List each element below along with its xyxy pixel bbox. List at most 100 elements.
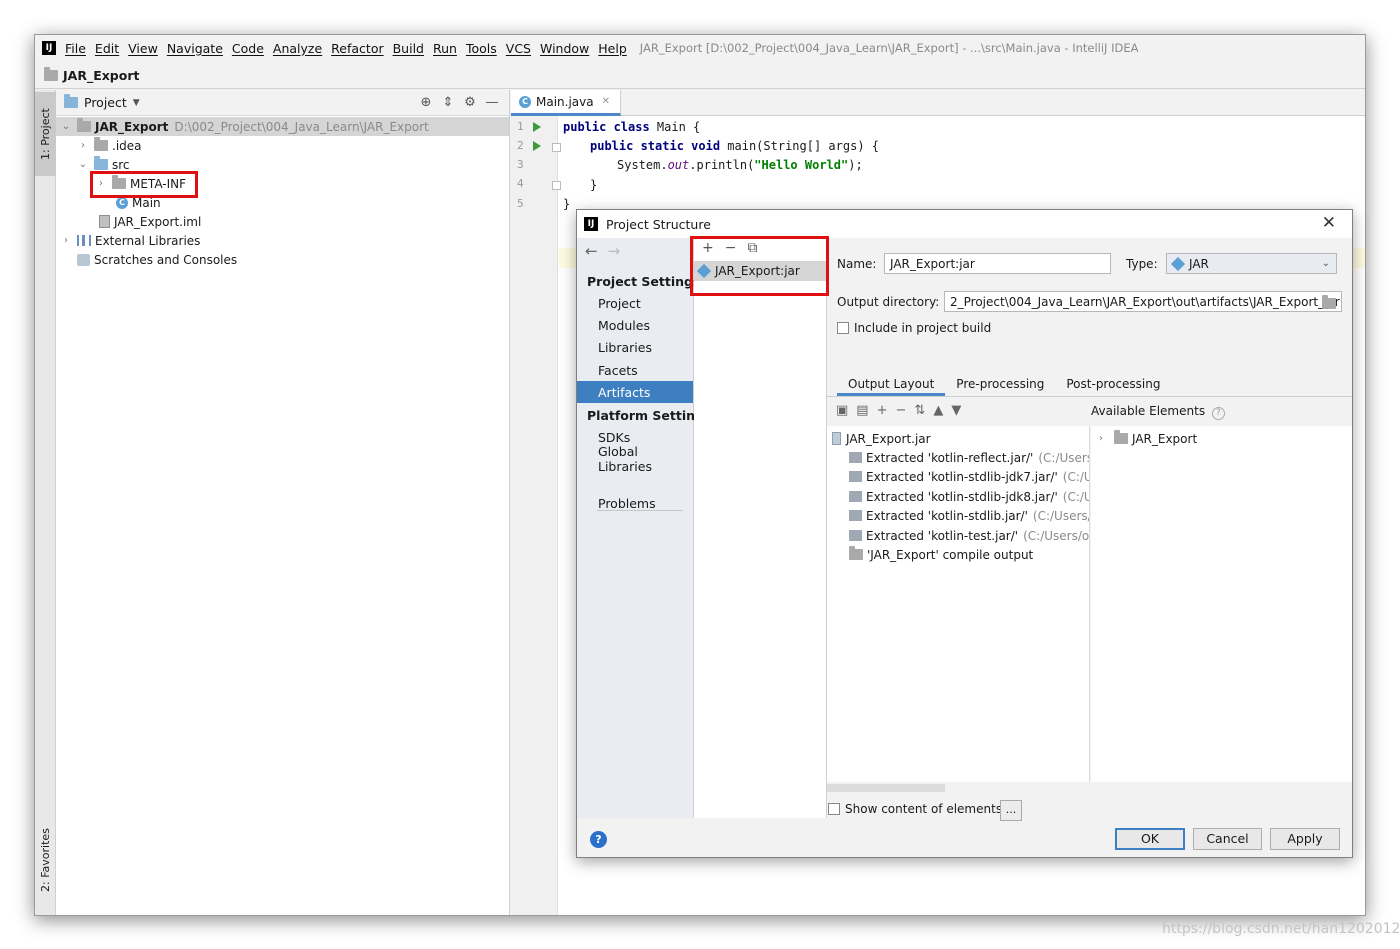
fold-icon[interactable] <box>552 181 561 190</box>
extracted-archive-icon <box>849 530 862 541</box>
back-arrow-icon[interactable]: ← <box>585 242 608 260</box>
close-icon[interactable]: ✕ <box>602 96 610 107</box>
add-icon[interactable]: + <box>877 403 896 418</box>
tree-item-project-root[interactable]: ⌄ JAR_Export D:\002_Project\004_Java_Lea… <box>56 117 509 136</box>
nav-item-facets[interactable]: Facets <box>577 359 693 381</box>
browse-folder-icon[interactable] <box>1322 295 1336 309</box>
available-item[interactable]: › JAR_Export <box>1094 429 1197 448</box>
breadcrumb-project[interactable]: JAR_Export <box>63 68 139 83</box>
favorites-tool-tab[interactable]: 2: Favorites <box>35 815 56 905</box>
module-folder-icon <box>1114 430 1128 444</box>
new-directory-icon[interactable]: ▣ <box>836 403 856 418</box>
artifact-type-select[interactable]: JAR ⌄ <box>1166 253 1337 274</box>
layout-item[interactable]: Extracted 'kotlin-test.jar/' (C:/Users/o… <box>849 526 1089 545</box>
layout-item[interactable]: 'JAR_Export' compile output <box>849 545 1033 564</box>
output-directory-input[interactable]: 2_Project\004_Java_Learn\JAR_Export\out\… <box>944 291 1342 312</box>
tree-item-scratches[interactable]: Scratches and Consoles <box>77 250 237 269</box>
chevron-right-icon[interactable]: › <box>1094 433 1108 444</box>
code-line-2[interactable]: public static void main(String[] args) { <box>590 139 879 153</box>
nav-item-libraries[interactable]: Libraries <box>577 336 693 358</box>
jar-file-icon <box>832 432 841 445</box>
gear-icon[interactable]: ⚙ <box>459 95 481 110</box>
menu-navigate[interactable]: Navigate <box>167 41 223 56</box>
chevron-right-icon[interactable]: › <box>59 235 73 246</box>
show-content-checkbox[interactable]: Show content of elements <box>828 802 1002 816</box>
code-line-5[interactable]: } <box>563 197 570 211</box>
annotation-highlight-artifact-toolbar <box>690 236 829 296</box>
help-button[interactable]: ? <box>590 831 607 848</box>
layout-item[interactable]: Extracted 'kotlin-stdlib-jdk8.jar/' (C:/… <box>849 487 1089 506</box>
close-icon[interactable]: ✕ <box>1322 213 1336 233</box>
tree-item-idea[interactable]: › .idea <box>76 136 142 155</box>
nav-item-artifacts[interactable]: Artifacts <box>577 381 693 403</box>
nav-item-problems[interactable]: Problems <box>577 492 693 514</box>
tree-item-external-libraries[interactable]: › External Libraries <box>59 231 200 250</box>
project-view-selector[interactable]: Project <box>84 95 127 110</box>
include-in-build-checkbox[interactable]: Include in project build <box>837 321 991 335</box>
chevron-down-icon[interactable]: ⌄ <box>76 159 90 170</box>
horizontal-scrollbar[interactable] <box>827 784 945 792</box>
menu-edit[interactable]: Edit <box>95 41 119 56</box>
show-content-options-button[interactable]: ... <box>1000 800 1022 821</box>
menu-view[interactable]: View <box>128 41 158 56</box>
chevron-down-icon[interactable]: ⌄ <box>59 121 73 132</box>
menu-analyze[interactable]: Analyze <box>273 41 322 56</box>
code-line-1[interactable]: public class Main { <box>563 120 700 134</box>
collapse-all-icon[interactable]: ⇕ <box>437 95 459 110</box>
line-number: 3 <box>517 158 524 171</box>
move-down-icon[interactable]: ▼ <box>951 403 969 418</box>
menu-vcs[interactable]: VCS <box>506 41 531 56</box>
tree-item-label: JAR_Export <box>95 119 169 134</box>
nav-item-project[interactable]: Project <box>577 292 693 314</box>
type-label: Type: <box>1126 257 1158 271</box>
run-icon[interactable] <box>533 141 541 151</box>
move-up-icon[interactable]: ▲ <box>933 403 951 418</box>
run-icon[interactable] <box>533 122 541 132</box>
forward-arrow-icon[interactable]: → <box>608 242 631 260</box>
menu-tools[interactable]: Tools <box>466 41 497 56</box>
locate-icon[interactable]: ⊕ <box>415 95 437 110</box>
help-icon[interactable]: ? <box>1211 407 1225 420</box>
sort-icon[interactable]: ⇅ <box>914 403 933 418</box>
menu-code[interactable]: Code <box>232 41 264 56</box>
layout-root[interactable]: JAR_Export.jar <box>832 429 931 448</box>
layout-item[interactable]: Extracted 'kotlin-stdlib.jar/' (C:/Users… <box>849 506 1089 525</box>
ok-button[interactable]: OK <box>1115 828 1185 850</box>
cancel-button[interactable]: Cancel <box>1193 828 1262 850</box>
menu-file[interactable]: File <box>65 41 86 56</box>
intellij-logo-icon: IJ <box>42 41 56 55</box>
code-line-3[interactable]: System.out.println("Hello World"); <box>617 158 863 172</box>
layout-item-label: Extracted 'kotlin-stdlib.jar/' <box>866 508 1028 523</box>
tree-item-iml[interactable]: JAR_Export.iml <box>99 212 201 231</box>
tab-output-layout[interactable]: Output Layout <box>837 377 946 396</box>
layout-item[interactable]: Extracted 'kotlin-stdlib-jdk7.jar/' (C:/… <box>849 467 1089 486</box>
menu-refactor[interactable]: Refactor <box>331 41 383 56</box>
menu-run[interactable]: Run <box>433 41 457 56</box>
jar-file-icon[interactable]: ▤ <box>856 403 876 418</box>
hide-icon[interactable]: — <box>481 95 503 110</box>
project-tool-tab[interactable]: 1: Project <box>35 92 56 176</box>
layout-item[interactable]: Extracted 'kotlin-reflect.jar/' (C:/User… <box>849 448 1089 467</box>
apply-button[interactable]: Apply <box>1270 828 1340 850</box>
chevron-right-icon[interactable]: › <box>76 140 90 151</box>
layout-item-path: (C:/Use <box>1062 489 1089 504</box>
module-folder-icon <box>77 118 91 132</box>
chevron-down-icon[interactable]: ▼ <box>133 98 140 108</box>
code-line-4[interactable]: } <box>590 178 597 192</box>
tab-post-processing[interactable]: Post-processing <box>1055 377 1171 396</box>
tab-main-java[interactable]: C Main.java ✕ <box>511 90 621 116</box>
tab-pre-processing[interactable]: Pre-processing <box>945 377 1055 396</box>
output-directory-label: Output directory: <box>837 295 940 309</box>
code-text: .println( <box>689 158 755 172</box>
remove-icon[interactable]: − <box>896 403 915 418</box>
artifact-name-input[interactable]: JAR_Export:jar <box>884 253 1111 274</box>
annotation-highlight-meta-inf <box>90 171 198 198</box>
available-elements-header: Available Elements ? <box>1091 404 1225 420</box>
extracted-archive-icon <box>849 510 862 521</box>
nav-item-modules[interactable]: Modules <box>577 314 693 336</box>
menu-build[interactable]: Build <box>393 41 424 56</box>
menu-help[interactable]: Help <box>598 41 627 56</box>
fold-icon[interactable] <box>552 143 561 152</box>
nav-item-global-libraries[interactable]: Global Libraries <box>577 444 693 474</box>
menu-window[interactable]: Window <box>540 41 589 56</box>
